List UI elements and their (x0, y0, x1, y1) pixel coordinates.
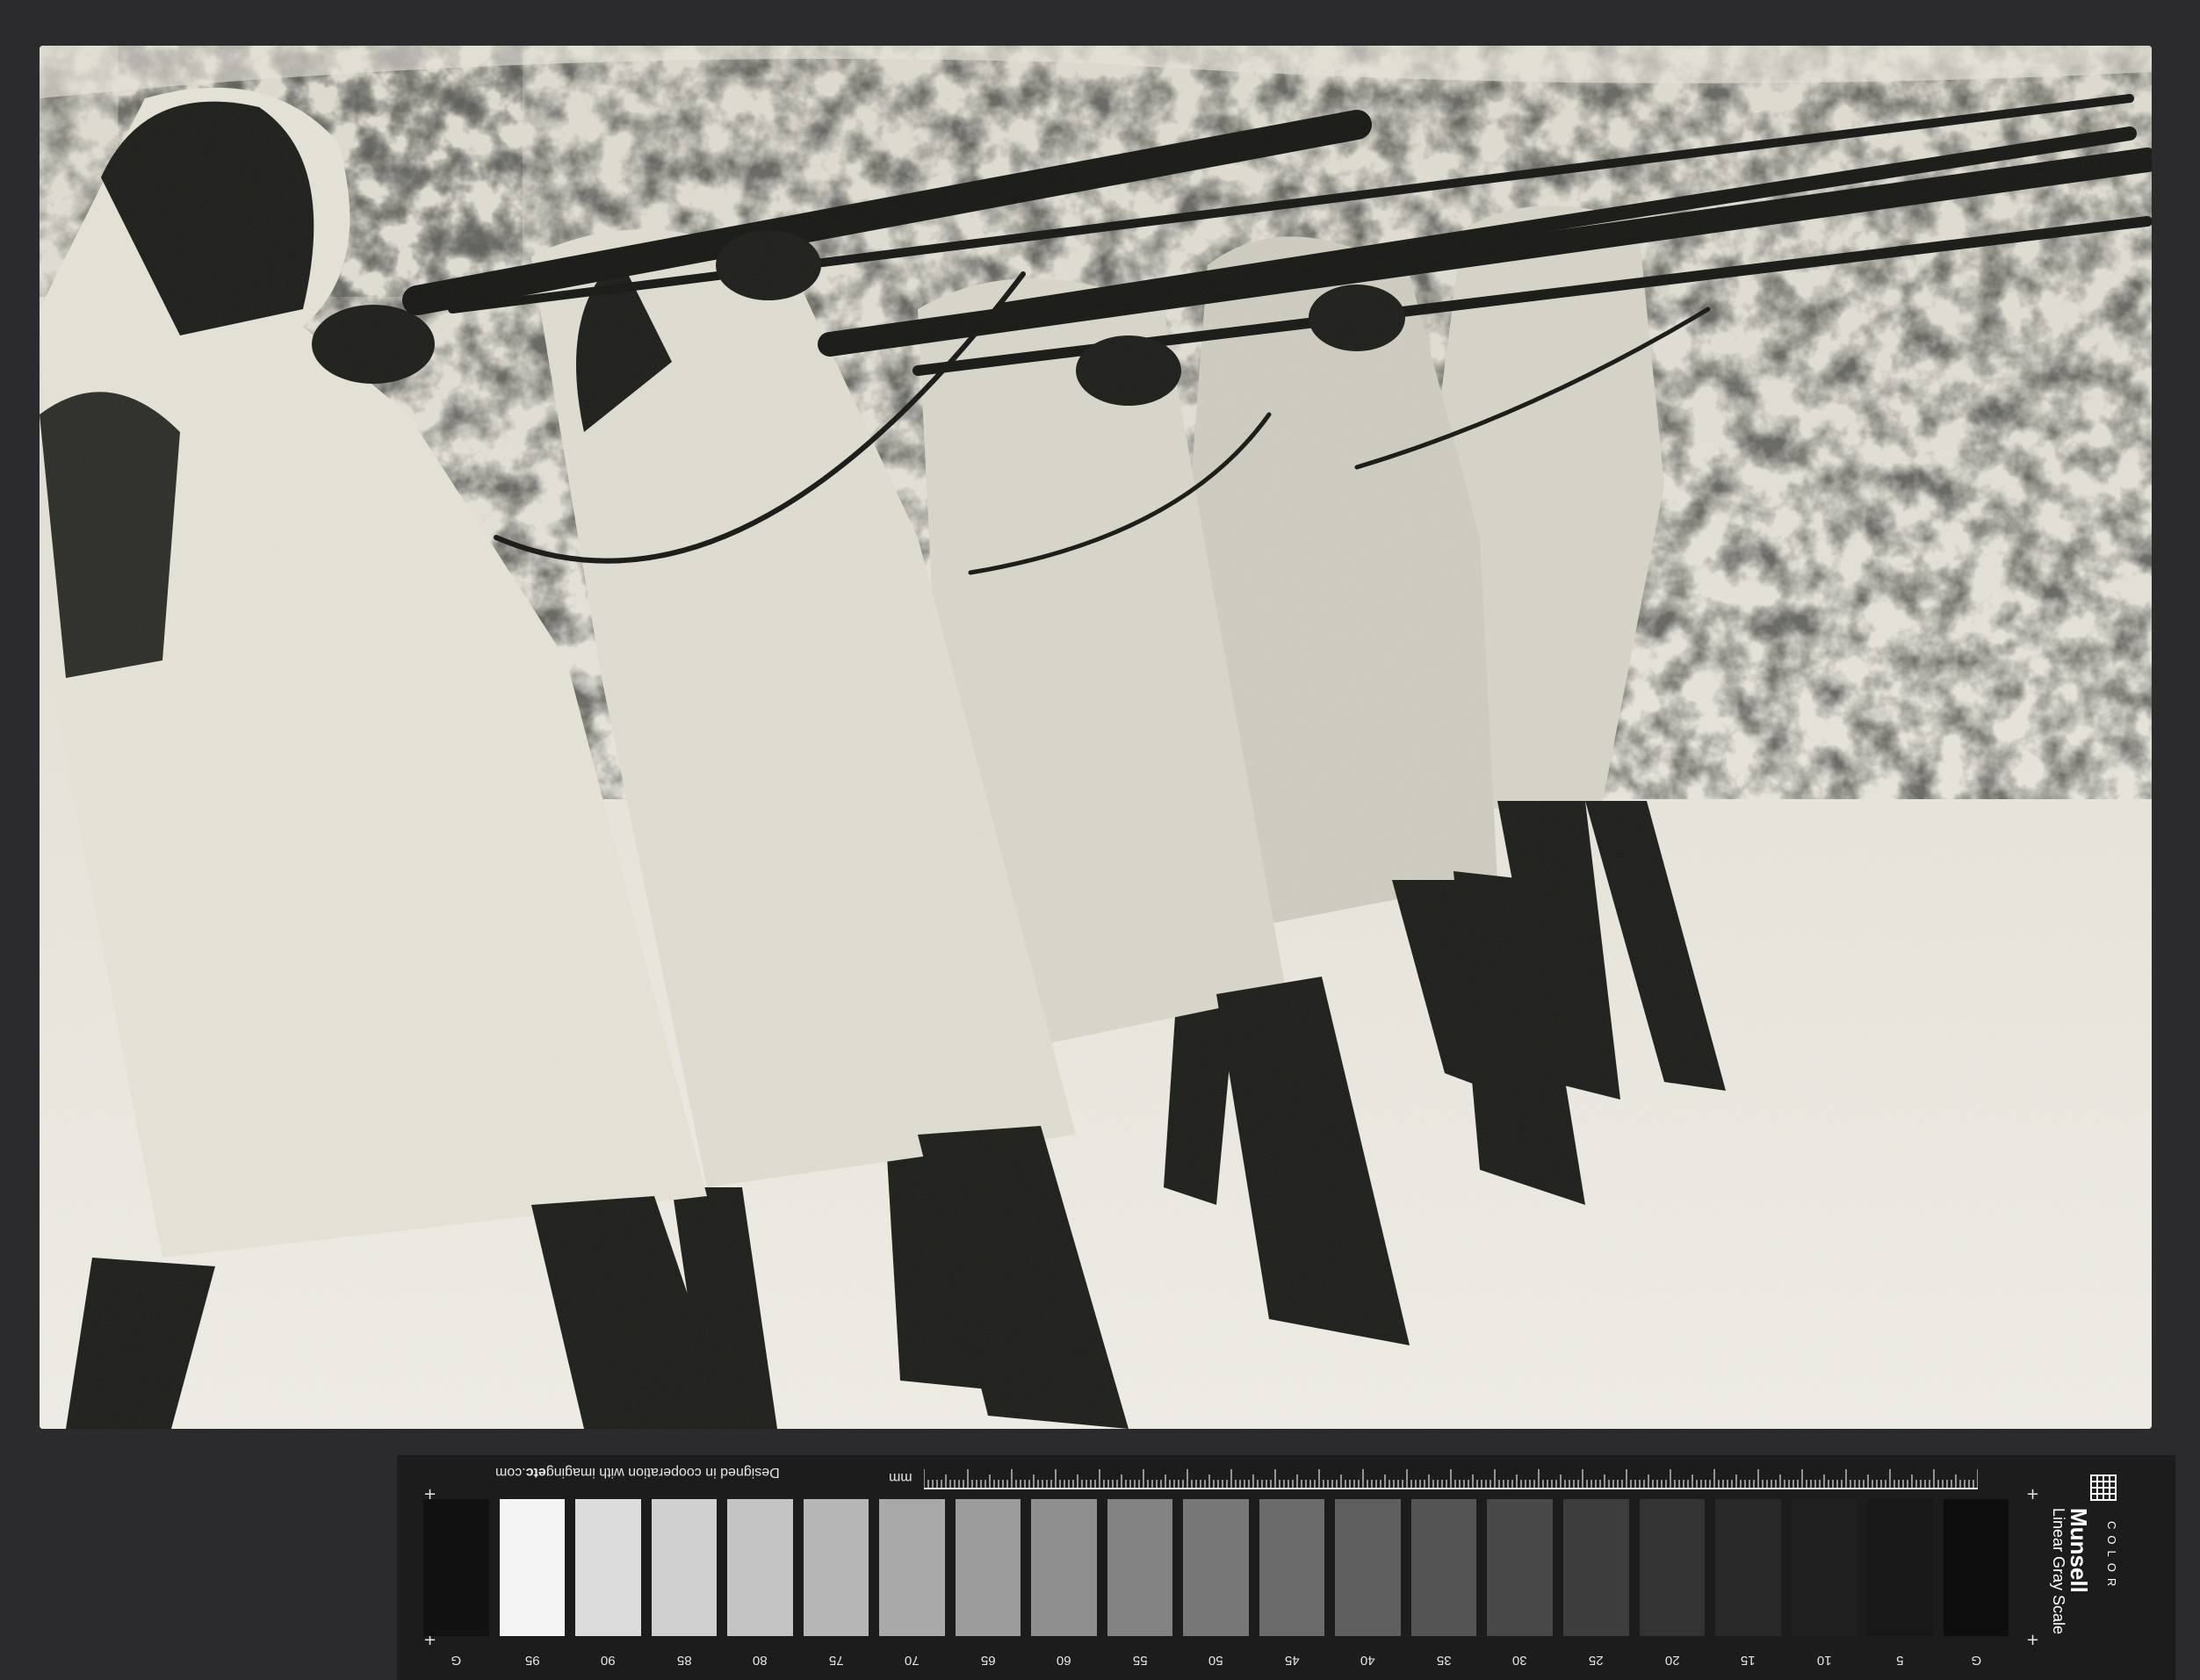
gray-patch (727, 1499, 793, 1636)
archival-photograph (40, 46, 2152, 1429)
gray-patch-label: 75 (828, 1653, 844, 1668)
gray-patch (1335, 1499, 1401, 1636)
gray-patch (1487, 1499, 1553, 1636)
gray-patch-label: 40 (1360, 1653, 1375, 1668)
gray-patch-label: 70 (905, 1653, 920, 1668)
mm-ruler (923, 1455, 1979, 1499)
gray-patch (955, 1499, 1021, 1636)
gray-patch-label: 10 (1816, 1653, 1832, 1668)
gray-scale-target: Designed in cooperation with imagingetc.… (397, 1455, 2175, 1680)
gray-patch (879, 1499, 945, 1636)
photograph-image (40, 46, 2152, 1429)
gray-patch (1943, 1499, 2009, 1636)
brand-subtitle: COLOR (2105, 1521, 2118, 1593)
munsell-brand: Munsell COLOR Linear Gray Scale (2050, 1473, 2162, 1666)
brand-name: Munsell (2066, 1508, 2092, 1593)
gray-patch-label: 35 (1436, 1653, 1452, 1668)
gray-patch (1791, 1499, 1857, 1636)
gray-patch-label: 85 (676, 1653, 692, 1668)
gray-patch (1867, 1499, 1933, 1636)
gray-patch-row (423, 1499, 2009, 1636)
gray-patch (1259, 1499, 1325, 1636)
gray-patch-label: 95 (524, 1653, 540, 1668)
gray-patch (1410, 1499, 1477, 1636)
brand-scale-title: Linear Gray Scale (2050, 1508, 2067, 1635)
gray-patch-label-row: G 95 90 85 80 75 70 65 60 55 50 45 40 35 30 25 20 15 10 5 G (423, 1647, 2009, 1668)
registration-cross-bottom-right: + (2026, 1631, 2040, 1649)
gray-patch-label: 45 (1284, 1653, 1300, 1668)
gray-patch-label: 30 (1512, 1653, 1528, 1668)
gray-patch (651, 1499, 718, 1636)
gray-patch-label: 15 (1740, 1653, 1756, 1668)
gray-patch (499, 1499, 566, 1636)
gray-patch (1562, 1499, 1629, 1636)
gray-patch (1031, 1499, 1097, 1636)
gray-patch (1107, 1499, 1173, 1636)
gray-patch-label: 50 (1208, 1653, 1223, 1668)
gray-patch (1639, 1499, 1706, 1636)
gray-patch-label: 25 (1588, 1653, 1604, 1668)
ruler-unit-label: mm (889, 1470, 912, 1485)
gray-patch-label: 65 (980, 1653, 996, 1668)
gray-patch-label: 20 (1664, 1653, 1680, 1668)
gray-patch-label: 55 (1132, 1653, 1148, 1668)
gray-patch (575, 1499, 641, 1636)
gray-patch-label: 60 (1057, 1653, 1071, 1668)
gray-patch (423, 1499, 489, 1636)
munsell-grid-icon (2090, 1475, 2117, 1501)
gray-patch-label: G (451, 1653, 462, 1668)
gray-patch-label: 90 (600, 1653, 616, 1668)
credit-text: Designed in cooperation with imagingetc.… (495, 1465, 780, 1480)
gray-patch (803, 1499, 869, 1636)
scan-stage: Designed in cooperation with imagingetc.… (0, 0, 2200, 1680)
gray-patch-label: 80 (753, 1653, 768, 1668)
gray-patch (1715, 1499, 1781, 1636)
registration-cross-top-right: + (2026, 1485, 2040, 1503)
gray-patch-label: G (1971, 1653, 1981, 1668)
gray-patch-label: 5 (1896, 1653, 1904, 1668)
gray-patch (1183, 1499, 1249, 1636)
